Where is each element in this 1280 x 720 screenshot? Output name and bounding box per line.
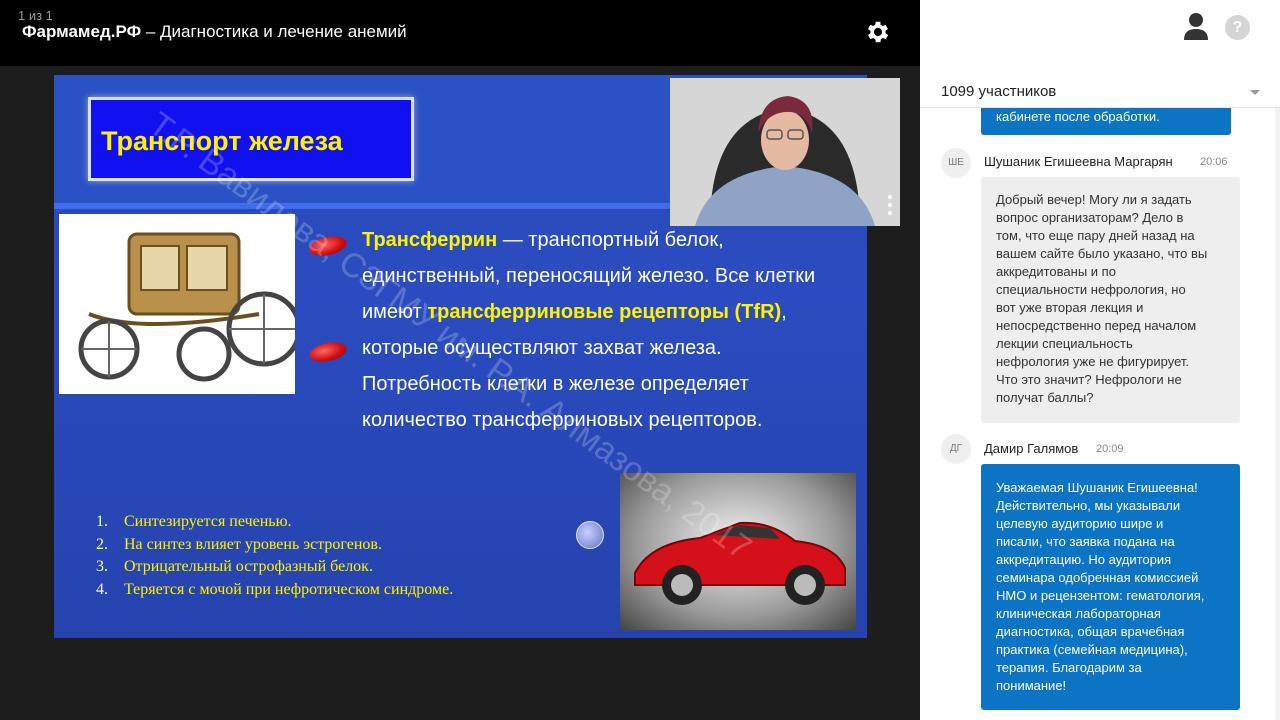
chat-message-line: Действительно, мы указывали [996, 498, 1181, 513]
chat-message-line: вопрос организаторам? Дело в [996, 210, 1184, 225]
chat-message-line: терапия. Благодарим за [996, 660, 1142, 675]
carriage-image [59, 214, 302, 394]
stream-title: Фармамед.РФ – Диагностика и лечение анем… [22, 22, 407, 42]
chat-message-line: клиническая лабораторная [996, 606, 1161, 621]
chat-message-line: специальности нефрология, но [996, 282, 1186, 297]
avatar: ДГ [941, 434, 971, 464]
slide-list-text: Отрицательный острофазный белок. [124, 558, 373, 575]
slide-list-number: 3. [96, 558, 108, 575]
chat-message-line: нефрология уже не фигурирует. [996, 354, 1190, 369]
chat-message-line: Добрый вечер! Могу ли я задать [996, 192, 1192, 207]
video-stage: 1 из 1 Фармамед.РФ – Диагностика и лечен… [0, 0, 920, 720]
chat-message-line: том, что еще пару дней назад на [996, 228, 1195, 243]
slide-list-number: 4. [96, 580, 108, 598]
chat-scrollbar[interactable] [1275, 108, 1280, 720]
avatar: ШЕ [941, 148, 971, 178]
chat-timestamp: 20:09 [1096, 443, 1124, 455]
chat-message-bubble: Уважаемая Шушаник Егишеевна! Действитель… [981, 464, 1240, 710]
chevron-down-icon [1250, 90, 1260, 95]
chat-message-line: целевую аудиторию шире и [996, 516, 1164, 531]
slide-list-item: 1. Синтезируется печенью. [96, 511, 453, 534]
help-icon[interactable]: ? [1225, 15, 1250, 40]
chat-message-line: аккредитацию. Но аудитория [996, 552, 1172, 567]
chat-message-line: вашем сайте было указано, что вы [996, 246, 1208, 261]
stream-title-text: – Диагностика и лечение анемий [141, 22, 407, 41]
slide-list-text: Теряется с мочой при нефротическом синдр… [124, 580, 454, 598]
slide-list-text: На синтез влияет уровень эстрогенов. [124, 535, 382, 553]
chat-author: Шушаник Егишеевна Маргарян [984, 154, 1173, 169]
chat-timestamp: 20:06 [1200, 156, 1228, 168]
chat-message-line: Что это значит? Нефрологи не [996, 372, 1182, 387]
red-cell-bullet-icon [307, 339, 349, 365]
chat-message-bubble: Добрый вечер! Могу ли я задать вопрос ор… [981, 177, 1240, 423]
user-icon[interactable] [1182, 12, 1210, 42]
chat-message-line: писали, что заявка подана на [996, 534, 1175, 549]
chat-message-bubble: кабинете после обработки. [981, 108, 1231, 135]
laser-pointer-icon [576, 521, 604, 549]
presenter-webcam [670, 78, 900, 226]
chat-message-line: лекции специальность [996, 336, 1133, 351]
page-counter: 1 из 1 [18, 8, 53, 23]
slide-list-number: 2. [96, 535, 108, 553]
chat-message-line: Уважаемая Шушаник Егишеевна! [996, 480, 1198, 495]
slide-list-number: 1. [96, 513, 108, 530]
chat-message-line: диагностика, общая врачебная [996, 624, 1185, 639]
participants-dropdown[interactable]: 1099 участников [920, 78, 1280, 108]
slide-list-item: 4. Теряется с мочой при нефротическом син… [96, 579, 453, 602]
chat-message-line: семинара одобренная комиссией [996, 570, 1199, 585]
stream-header: 1 из 1 Фармамед.РФ – Диагностика и лечен… [0, 0, 920, 66]
slide-numbered-list: 1. Синтезируется печенью. 2. На синтез вли… [96, 511, 453, 601]
slide-list-text: Синтезируется печенью. [124, 513, 292, 530]
chat-message-line: аккредитованы и по [996, 264, 1116, 279]
chat-message-line: вот уже вторая лекция и [996, 300, 1144, 315]
slide-list-item: 3. Отрицательный острофазный белок. [96, 556, 453, 579]
chat-panel: ? 1099 участников кабинете после обработ… [920, 0, 1280, 720]
chat-message-text: кабинете после обработки. [996, 109, 1160, 124]
stream-title-brand: Фармамед.РФ [22, 22, 142, 41]
chat-message-line: понимание! [996, 678, 1067, 693]
chat-message-line: практика (семейная медицина), [996, 642, 1188, 657]
gear-icon[interactable] [864, 18, 892, 46]
participants-count: 1099 участников [941, 83, 1057, 100]
chat-author: Дамир Галямов [984, 441, 1079, 456]
chat-message-line: получат баллы? [996, 390, 1094, 405]
slide-list-item: 2. На синтез влияет уровень эстрогенов. [96, 534, 453, 557]
slide-term-transferrin: Трансферрин [362, 229, 498, 251]
chat-message-line: непосредственно перед началом [996, 318, 1197, 333]
slide-term-receptors: трансферриновые рецепторы (TfR) [427, 301, 782, 323]
chat-messages[interactable]: кабинете после обработки. ШЕ Шушаник Еги… [920, 108, 1280, 720]
chat-message-line: НМО и рецензентом: гематология, [996, 588, 1205, 603]
webcam-menu-icon[interactable] [888, 194, 892, 216]
